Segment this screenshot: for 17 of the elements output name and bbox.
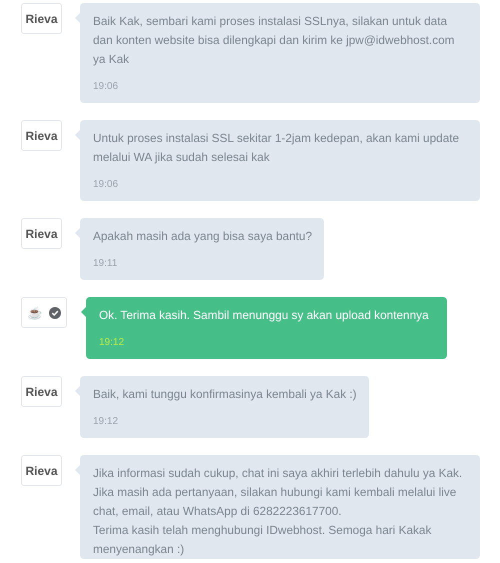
message-text: Baik, kami tunggu konfirmasinya kembali ya Kak :) — [93, 386, 357, 403]
sender-name: Rieva — [25, 464, 58, 478]
message-time: 19:11 — [93, 258, 118, 270]
sender-name: Rieva — [25, 128, 58, 142]
message-time: 19:06 — [93, 179, 120, 191]
message-text: Jika informasi sudah cukup, chat ini saya akhiri terlebih dahulu ya Kak. Jika masih ada pertanyaan, silakan hubungi kami kembali melalui live chat, email, atau WhatsApp di 6282223617700. Terima kasih telah menghubungi IDwebhost. Semoga hari Kakak menyenangkan :) — [93, 465, 464, 558]
sender-name: Rieva — [25, 384, 58, 398]
sender-name: Rieva — [25, 226, 58, 240]
message-time: 19:06 — [93, 81, 120, 93]
avatar-emoji: ☕ — [28, 306, 42, 320]
message-text: Untuk proses instalasi SSL sekitar 1-2jam kedepan, akan kami update melalui WA jika sudah selesai kak — [93, 130, 460, 166]
sender-name: Rieva — [25, 12, 58, 26]
message-time: 19:12 — [93, 416, 120, 428]
message-time: 19:12 — [99, 337, 126, 349]
message-text: Baik Kak, sembari kami proses instalasi SSLnya, silakan untuk data dan konten website bisa dilengkapi dan kirim ke jpw@idwebhost.com ya Kak — [93, 13, 456, 68]
message-text: Apakah masih ada yang bisa saya bantu? — [93, 228, 312, 245]
message-text: Ok. Terima kasih. Sambil menunggu sy akan upload kontennya — [99, 307, 430, 324]
